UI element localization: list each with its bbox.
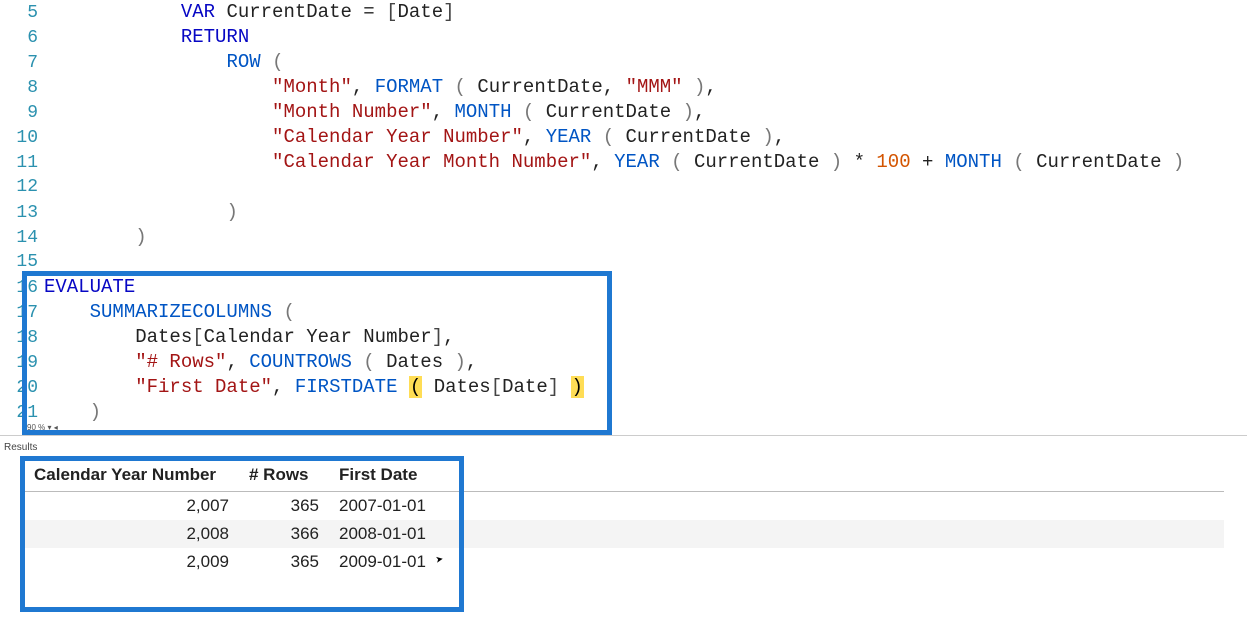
code-text[interactable]: ) [44,400,1247,425]
cell-empty [449,520,1224,548]
cell-date[interactable]: 2007-01-01 [329,492,449,521]
line-number: 17 [0,301,44,326]
line-number: 11 [0,151,44,176]
code-text[interactable]: "First Date", FIRSTDATE ( Dates[Date] ) [44,375,1247,400]
line-number: 18 [0,326,44,351]
code-line[interactable]: 16EVALUATE [0,275,1247,300]
cell-date[interactable]: 2008-01-01 [329,520,449,548]
results-pane-label: Results [0,435,1247,453]
code-text[interactable]: ) [44,225,1247,250]
line-number: 12 [0,175,44,200]
table-header-row: Calendar Year Number # Rows First Date [24,459,1224,492]
code-text[interactable]: Dates[Calendar Year Number], [44,325,1247,350]
col-header-empty [449,459,1224,492]
code-line[interactable]: 15 [0,250,1247,275]
table-row[interactable]: 2,0083662008-01-01 [24,520,1224,548]
code-line[interactable]: 8 "Month", FORMAT ( CurrentDate, "MMM" )… [0,75,1247,100]
code-line[interactable]: 6 RETURN [0,25,1247,50]
code-line[interactable]: 7 ROW ( [0,50,1247,75]
code-text[interactable]: "Calendar Year Number", YEAR ( CurrentDa… [44,125,1247,150]
cell-rows[interactable]: 365 [239,492,329,521]
line-number: 13 [0,201,44,226]
cell-rows[interactable]: 365 [239,548,329,576]
cell-rows[interactable]: 366 [239,520,329,548]
code-line[interactable]: 18 Dates[Calendar Year Number], [0,325,1247,350]
line-number: 8 [0,76,44,101]
table-row[interactable]: 2,0093652009-01-01 [24,548,1224,576]
line-number: 9 [0,101,44,126]
code-line[interactable]: 12 [0,175,1247,200]
code-line[interactable]: 21 ) [0,400,1247,425]
code-line[interactable]: 19 "# Rows", COUNTROWS ( Dates ), [0,350,1247,375]
code-text[interactable]: "Calendar Year Month Number", YEAR ( Cur… [44,150,1247,175]
code-line[interactable]: 14 ) [0,225,1247,250]
results-table[interactable]: Calendar Year Number # Rows First Date 2… [24,459,1224,576]
col-header-year[interactable]: Calendar Year Number [24,459,239,492]
results-pane: ➤ Calendar Year Number # Rows First Date… [0,453,1247,576]
line-number: 14 [0,226,44,251]
code-text[interactable]: "Month", FORMAT ( CurrentDate, "MMM" ), [44,75,1247,100]
line-number: 10 [0,126,44,151]
code-text[interactable]: RETURN [44,25,1247,50]
code-line[interactable]: 11 "Calendar Year Month Number", YEAR ( … [0,150,1247,175]
cell-year[interactable]: 2,007 [24,492,239,521]
line-number: 7 [0,51,44,76]
code-text[interactable]: "# Rows", COUNTROWS ( Dates ), [44,350,1247,375]
code-text[interactable]: ROW ( [44,50,1247,75]
line-number: 16 [0,276,44,301]
col-header-rows[interactable]: # Rows [239,459,329,492]
code-line[interactable]: 5 VAR CurrentDate = [Date] [0,0,1247,25]
code-line[interactable]: 17 SUMMARIZECOLUMNS ( [0,300,1247,325]
line-number: 15 [0,250,44,275]
cell-empty [449,492,1224,521]
zoom-level[interactable]: 90 % ▾ ◂ [27,423,58,432]
code-line[interactable]: 10 "Calendar Year Number", YEAR ( Curren… [0,125,1247,150]
cell-date[interactable]: 2009-01-01 [329,548,449,576]
code-line[interactable]: 13 ) [0,200,1247,225]
code-editor[interactable]: 5 VAR CurrentDate = [Date]6 RETURN7 ROW … [0,0,1247,425]
cell-year[interactable]: 2,009 [24,548,239,576]
code-text[interactable]: EVALUATE [44,275,1247,300]
code-text[interactable]: VAR CurrentDate = [Date] [44,0,1247,25]
code-text[interactable]: "Month Number", MONTH ( CurrentDate ), [44,100,1247,125]
line-number: 19 [0,351,44,376]
table-row[interactable]: 2,0073652007-01-01 [24,492,1224,521]
line-number: 6 [0,26,44,51]
code-line[interactable]: 20 "First Date", FIRSTDATE ( Dates[Date]… [0,375,1247,400]
code-text[interactable]: SUMMARIZECOLUMNS ( [44,300,1247,325]
code-line[interactable]: 9 "Month Number", MONTH ( CurrentDate ), [0,100,1247,125]
line-number: 5 [0,1,44,26]
col-header-firstdate[interactable]: First Date [329,459,449,492]
cell-empty [449,548,1224,576]
code-text[interactable]: ) [44,200,1247,225]
line-number: 20 [0,376,44,401]
cell-year[interactable]: 2,008 [24,520,239,548]
